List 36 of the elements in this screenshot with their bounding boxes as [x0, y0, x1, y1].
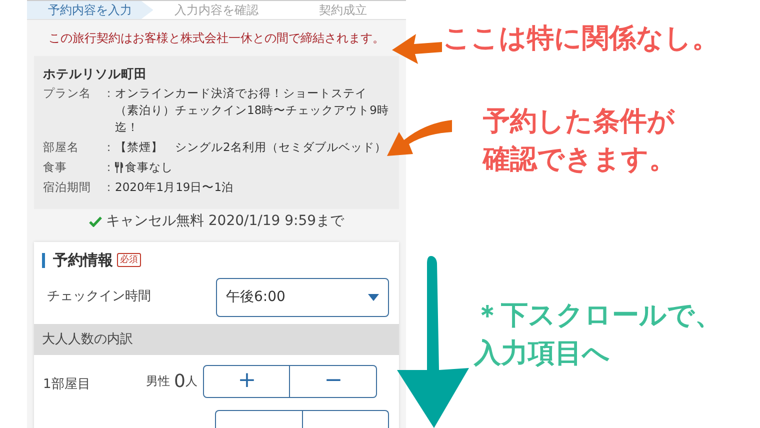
required-badge: 必須 [117, 253, 141, 267]
stepper-control[interactable] [215, 410, 389, 428]
room-label: 1部屋目 [43, 376, 92, 394]
accent-bar [42, 252, 45, 268]
section-header: 大人人数の内訳 [34, 324, 399, 355]
detail-label: 部屋名 [43, 139, 80, 156]
field-label: チェックイン時間 [47, 288, 151, 306]
plus-button[interactable]: + [203, 364, 290, 398]
detail-value: オンラインカード決済でお得！ショートステイ（素泊り）チェックイン18時〜チェックアウト9時迄！ [115, 85, 390, 136]
annotation-text: ＊下スクロールで、 入力項目へ [474, 299, 722, 371]
down-arrow-icon [397, 256, 469, 428]
detail-value: 2020年1月19日〜1泊 [115, 179, 234, 196]
annotation-text: 予約した条件が 確認できます。 [483, 105, 676, 177]
detail-label: 食事 [43, 159, 68, 176]
minus-button[interactable]: − [290, 364, 378, 398]
checkin-time-dropdown[interactable]: 午後6:00 [216, 278, 389, 316]
fork-knife-icon [115, 162, 124, 173]
step-tab[interactable]: 予約内容を入力 [27, 1, 154, 19]
gender-label: 男性 [146, 373, 170, 390]
colon-text: ： [103, 159, 115, 176]
detail-label: プラン名 [43, 85, 92, 102]
notice-text: この旅行契約はお客様と株式会社一休との間で締結されます。 [48, 30, 386, 47]
detail-value: 【禁煙】 シングル2名利用（セミダブルベッド） [115, 139, 386, 156]
dropdown-caret-icon [368, 294, 379, 300]
annotation-text: ここは特に関係なし。 [443, 22, 719, 56]
colon-text: ： [103, 179, 115, 196]
detail-value: 食事なし [125, 159, 173, 176]
detail-label: 宿泊期間 [43, 179, 92, 196]
colon-text: ： [103, 139, 115, 156]
guest-count: 0 [174, 370, 186, 394]
unit-text: 人 [185, 373, 198, 390]
section-title: 予約情報 [53, 250, 113, 271]
colon-text: ： [103, 85, 115, 102]
checkmark-icon [88, 216, 102, 227]
cancel-policy-text: キャンセル無料 2020/1/19 9:59まで [106, 212, 344, 231]
hotel-name: ホテルリソル町田 [43, 65, 148, 83]
